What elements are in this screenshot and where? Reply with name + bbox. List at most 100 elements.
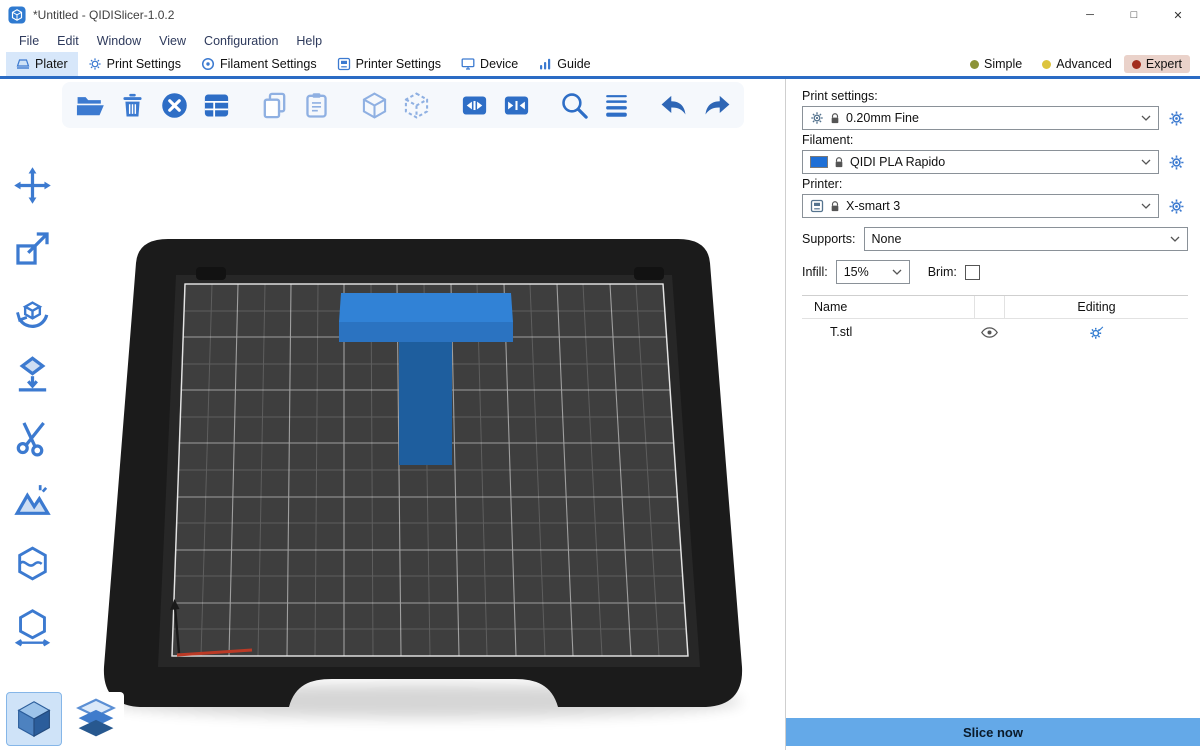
device-icon bbox=[461, 57, 475, 71]
print-settings-combo[interactable]: 0.20mm Fine bbox=[802, 106, 1159, 130]
measure-icon[interactable] bbox=[8, 602, 56, 650]
mode-simple[interactable]: Simple bbox=[962, 55, 1030, 73]
mode-advanced[interactable]: Advanced bbox=[1034, 55, 1120, 73]
place-on-face-icon[interactable] bbox=[8, 350, 56, 398]
filament-color-swatch bbox=[810, 156, 828, 168]
mode-expert[interactable]: Expert bbox=[1124, 55, 1190, 73]
maximize-button[interactable]: □ bbox=[1112, 0, 1156, 30]
menu-file[interactable]: File bbox=[10, 34, 48, 48]
paint-supports-icon[interactable] bbox=[8, 476, 56, 524]
add-instance-icon[interactable] bbox=[456, 86, 492, 124]
tab-print-settings[interactable]: Print Settings bbox=[78, 52, 191, 76]
object-list: Name Editing T.stl bbox=[802, 295, 1188, 712]
model-top-face bbox=[339, 293, 513, 322]
seam-icon[interactable] bbox=[8, 539, 56, 587]
menu-help[interactable]: Help bbox=[287, 34, 331, 48]
printer-settings-icon bbox=[337, 57, 351, 71]
menu-view[interactable]: View bbox=[150, 34, 195, 48]
supports-value: None bbox=[872, 232, 902, 246]
filament-combo[interactable]: QIDI PLA Rapido bbox=[802, 150, 1159, 174]
menu-bar: File Edit Window View Configuration Help bbox=[0, 30, 1200, 52]
chevron-down-icon bbox=[1141, 203, 1151, 209]
scale-icon[interactable] bbox=[8, 224, 56, 272]
tab-printer-settings[interactable]: Printer Settings bbox=[327, 52, 451, 76]
eye-icon bbox=[981, 327, 998, 338]
print-settings-row: 0.20mm Fine bbox=[802, 106, 1188, 130]
supports-combo[interactable]: None bbox=[864, 227, 1188, 251]
layers-preview-icon bbox=[74, 697, 118, 741]
sidebar-content: Print settings: 0.20mm Fine Filament: QI… bbox=[786, 79, 1200, 712]
paste-icon[interactable] bbox=[298, 86, 334, 124]
menu-configuration[interactable]: Configuration bbox=[195, 34, 287, 48]
scene-3d[interactable] bbox=[0, 79, 785, 750]
view-3d-editor-button[interactable] bbox=[6, 692, 62, 746]
variable-layer-height-icon[interactable] bbox=[598, 86, 634, 124]
filament-row: QIDI PLA Rapido bbox=[802, 150, 1188, 174]
delete-icon[interactable] bbox=[114, 86, 150, 124]
object-name: T.stl bbox=[802, 325, 974, 339]
printer-combo[interactable]: X-smart 3 bbox=[802, 194, 1159, 218]
brim-label: Brim: bbox=[928, 265, 957, 279]
slice-now-button[interactable]: Slice now bbox=[786, 718, 1200, 746]
edit-gear-icon bbox=[1089, 325, 1104, 340]
filament-gear-button[interactable] bbox=[1164, 150, 1188, 174]
minimize-button[interactable]: ─ bbox=[1068, 0, 1112, 30]
tab-guide-label: Guide bbox=[557, 57, 590, 71]
bed-clip-left bbox=[196, 267, 226, 280]
move-icon[interactable] bbox=[8, 161, 56, 209]
view-preview-button[interactable] bbox=[68, 692, 124, 746]
split-to-objects-icon[interactable] bbox=[356, 86, 392, 124]
menu-window[interactable]: Window bbox=[88, 34, 150, 48]
expert-mode-dot bbox=[1132, 60, 1141, 69]
tab-plater-label: Plater bbox=[35, 57, 68, 71]
undo-icon[interactable] bbox=[656, 86, 692, 124]
object-list-row[interactable]: T.stl bbox=[802, 319, 1188, 345]
infill-combo[interactable]: 15% bbox=[836, 260, 910, 284]
filament-settings-icon bbox=[201, 57, 215, 71]
model-stem-face bbox=[399, 342, 452, 465]
brim-checkbox[interactable] bbox=[965, 265, 980, 280]
search-icon[interactable] bbox=[556, 86, 592, 124]
arrange-icon[interactable] bbox=[198, 86, 234, 124]
tab-filament-settings-label: Filament Settings bbox=[220, 57, 317, 71]
mode-expert-label: Expert bbox=[1146, 57, 1182, 71]
app-logo-icon bbox=[8, 6, 26, 24]
visibility-toggle[interactable] bbox=[974, 327, 1004, 338]
mode-simple-label: Simple bbox=[984, 57, 1022, 71]
plater-3d-viewport[interactable] bbox=[0, 79, 785, 750]
tab-guide[interactable]: Guide bbox=[528, 52, 600, 76]
copy-icon[interactable] bbox=[256, 86, 292, 124]
cube-3d-icon bbox=[12, 697, 56, 741]
lock-icon bbox=[830, 200, 840, 213]
model-bar-front-face bbox=[339, 322, 513, 342]
infill-brim-row: Infill: 15% Brim: bbox=[802, 260, 1188, 284]
remove-instance-icon[interactable] bbox=[498, 86, 534, 124]
column-visibility bbox=[974, 296, 1004, 318]
supports-row: Supports: None bbox=[802, 227, 1188, 251]
close-button[interactable]: ✕ bbox=[1156, 0, 1200, 30]
tab-device-label: Device bbox=[480, 57, 518, 71]
tab-device[interactable]: Device bbox=[451, 52, 528, 76]
printer-row: X-smart 3 bbox=[802, 194, 1188, 218]
delete-all-icon[interactable] bbox=[156, 86, 192, 124]
split-to-parts-icon[interactable] bbox=[398, 86, 434, 124]
bed-clip-right bbox=[634, 267, 664, 280]
menu-edit[interactable]: Edit bbox=[48, 34, 88, 48]
print-settings-label: Print settings: bbox=[802, 89, 1188, 103]
print-settings-gear-button[interactable] bbox=[1164, 106, 1188, 130]
open-folder-icon[interactable] bbox=[72, 86, 108, 124]
edit-object-button[interactable] bbox=[1004, 325, 1188, 340]
infill-label: Infill: bbox=[802, 265, 828, 279]
printer-value: X-smart 3 bbox=[846, 199, 900, 213]
tab-filament-settings[interactable]: Filament Settings bbox=[191, 52, 327, 76]
rotate-icon[interactable] bbox=[8, 287, 56, 335]
printer-gear-button[interactable] bbox=[1164, 194, 1188, 218]
tab-print-settings-label: Print Settings bbox=[107, 57, 181, 71]
redo-icon[interactable] bbox=[698, 86, 734, 124]
window-controls: ─ □ ✕ bbox=[1068, 0, 1200, 30]
plater-left-toolbar bbox=[8, 161, 56, 650]
preset-gear-icon bbox=[810, 111, 824, 125]
tab-plater[interactable]: Plater bbox=[6, 52, 78, 76]
print-settings-icon bbox=[88, 57, 102, 71]
cut-icon[interactable] bbox=[8, 413, 56, 461]
